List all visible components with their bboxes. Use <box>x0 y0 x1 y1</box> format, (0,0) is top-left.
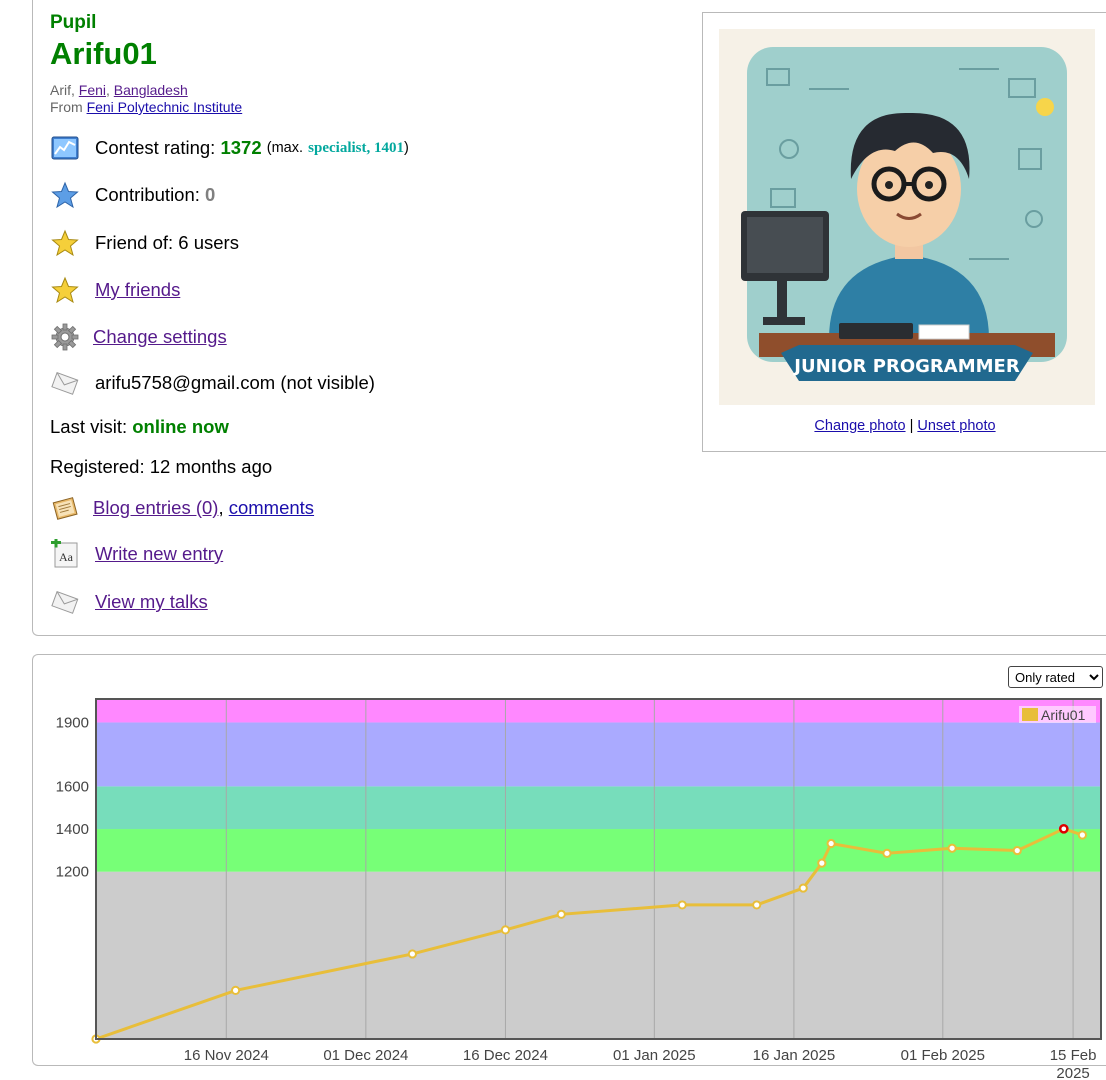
max-rating-prefix: (max. <box>266 140 304 156</box>
contest-rating-label: Contest rating: <box>95 137 216 158</box>
from-label: From <box>50 99 83 115</box>
photo-banner-text: JUNIOR PROGRAMMER <box>792 356 1020 377</box>
last-visit-label: Last visit: <box>50 416 128 437</box>
contribution-row: Contribution: 0 <box>50 180 215 210</box>
friend-of-row: Friend of: 6 users <box>50 228 239 258</box>
rank-title: Pupil <box>50 12 97 33</box>
registered-value: 12 months ago <box>149 456 273 477</box>
write-new-entry-link[interactable]: Write new entry <box>95 543 223 565</box>
rating-chart-icon <box>50 133 80 163</box>
friend-of-value: 6 users <box>178 232 239 253</box>
star-gold-icon <box>50 228 80 258</box>
envelope-icon <box>50 368 80 398</box>
comments-link[interactable]: comments <box>229 497 314 519</box>
max-rating-value: specialist, 1401 <box>308 139 404 156</box>
envelope-icon <box>50 587 80 617</box>
blog-entries-link[interactable]: Blog entries (0) <box>93 497 218 519</box>
view-my-talks-link[interactable]: View my talks <box>95 591 208 613</box>
city-link[interactable]: Feni <box>79 82 106 98</box>
registered-row: Registered: 12 months ago <box>50 456 272 478</box>
write-entry-icon: Aa <box>50 539 80 569</box>
email-text: arifu5758@gmail.com (not visible) <box>95 372 375 393</box>
registered-label: Registered: <box>50 456 145 477</box>
x-tick-label: 2025 <box>1056 1065 1089 1080</box>
friend-of-label: Friend of: <box>95 232 174 253</box>
rating-filter-select[interactable]: Only rated <box>1008 666 1103 688</box>
last-visit-row: Last visit: online now <box>50 416 229 438</box>
contest-rating-value: 1372 <box>220 137 262 158</box>
gear-icon <box>50 322 80 352</box>
photo-links: Change photo | Unset photo <box>703 418 1106 434</box>
photo-links-separator: | <box>909 418 914 434</box>
user-name: Arif <box>50 82 71 98</box>
star-blue-icon <box>50 180 80 210</box>
change-settings-link[interactable]: Change settings <box>93 326 227 348</box>
contribution-label: Contribution: <box>95 184 200 205</box>
talks-row: View my talks <box>50 587 208 617</box>
country-link[interactable]: Bangladesh <box>114 82 188 98</box>
my-friends-link[interactable]: My friends <box>95 279 180 301</box>
last-visit-value: online now <box>132 416 229 437</box>
photo-box: JUNIOR PROGRAMMER Change photo | Unset p… <box>702 12 1106 452</box>
location-line: Arif, Feni, Bangladesh <box>50 82 188 98</box>
unset-photo-link[interactable]: Unset photo <box>917 418 995 434</box>
change-photo-link[interactable]: Change photo <box>814 418 905 434</box>
organization-line: From Feni Polytechnic Institute <box>50 99 242 115</box>
contest-rating-row: Contest rating: 1372 (max. specialist, 1… <box>50 133 409 163</box>
change-settings-row: Change settings <box>50 322 227 352</box>
max-rating-suffix: ) <box>404 140 409 156</box>
svg-text:Aa: Aa <box>59 550 74 564</box>
blog-row: Blog entries (0), comments <box>50 493 314 523</box>
blog-icon <box>50 493 80 523</box>
user-handle: Arifu01 <box>50 36 157 71</box>
organization-link[interactable]: Feni Polytechnic Institute <box>87 99 243 115</box>
rating-box <box>32 654 1106 1066</box>
my-friends-row: My friends <box>50 275 180 305</box>
contribution-value: 0 <box>205 184 216 205</box>
write-entry-row: Aa Write new entry <box>50 539 223 569</box>
email-row: arifu5758@gmail.com (not visible) <box>50 368 375 398</box>
star-gold-icon <box>50 275 80 305</box>
avatar: JUNIOR PROGRAMMER <box>719 29 1095 405</box>
